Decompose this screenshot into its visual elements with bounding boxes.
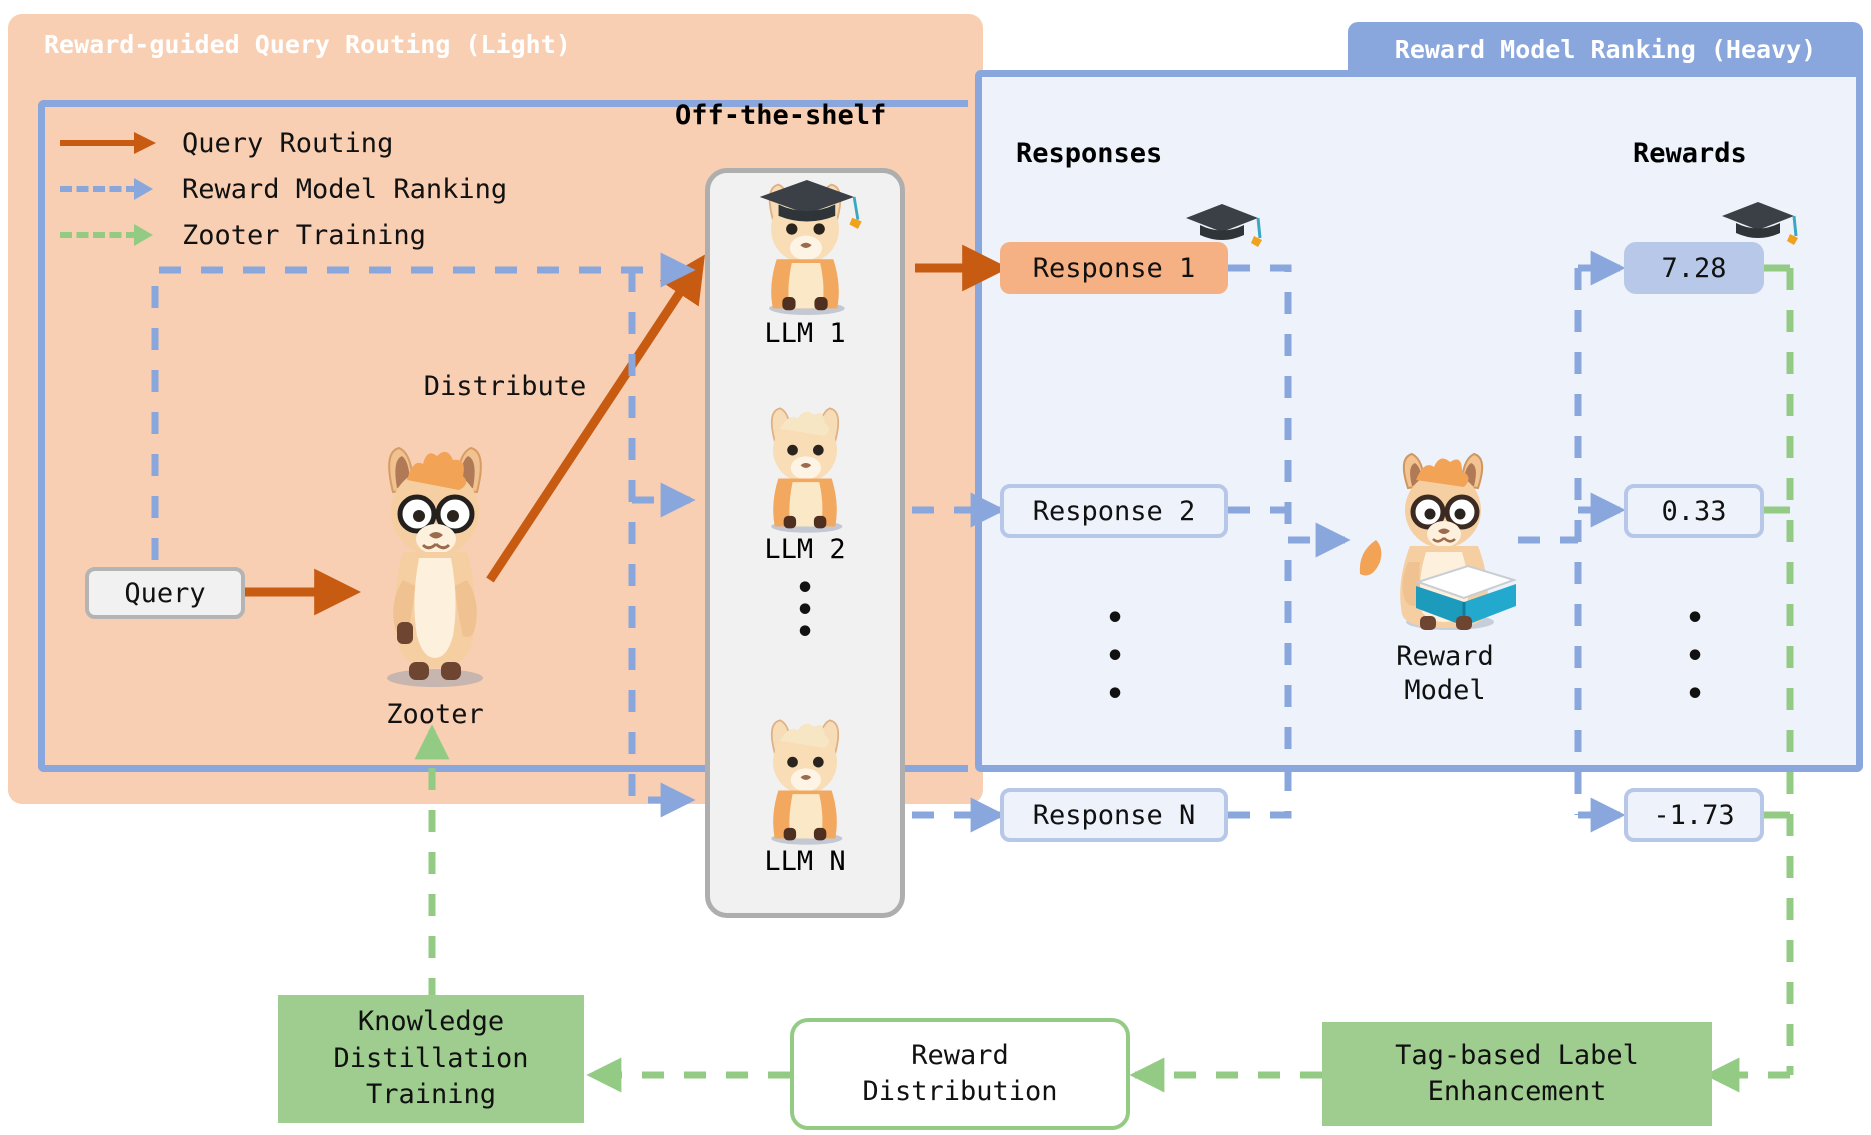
tag-based-label-enhancement-label: Tag-based Label Enhancement bbox=[1395, 1039, 1639, 1107]
legend-item-query-routing: Query Routing bbox=[60, 120, 580, 166]
reward-model-llama-icon bbox=[1350, 450, 1540, 630]
legend-label-reward-model-ranking: Reward Model Ranking bbox=[182, 173, 508, 205]
legend-swatch-solid-orange bbox=[60, 132, 170, 154]
rewards-ellipsis: • • • bbox=[1685, 601, 1705, 712]
responses-ellipsis: • • • bbox=[1105, 601, 1125, 712]
reward-value-2: 0.33 bbox=[1661, 495, 1727, 527]
zooter-caption: Zooter bbox=[386, 699, 484, 730]
legend-swatch-dashed-green bbox=[60, 224, 170, 246]
legend-item-zooter-training: Zooter Training bbox=[60, 212, 580, 258]
reward-1-graduation-cap-icon bbox=[1718, 198, 1798, 268]
llm-slot-2[interactable]: LLM 2 bbox=[705, 400, 905, 565]
response-label-1: Response 1 bbox=[1032, 252, 1196, 284]
reward-model-caption: Reward Model bbox=[1396, 641, 1494, 706]
rewards-header: Rewards bbox=[1633, 138, 1747, 169]
llm-slot-1[interactable]: LLM 1 bbox=[705, 176, 905, 349]
reward-distribution-label: Reward Distribution bbox=[862, 1039, 1058, 1107]
query-box[interactable]: Query bbox=[85, 567, 245, 619]
llm-label-2: LLM 2 bbox=[764, 534, 846, 565]
llm-label-n: LLM N bbox=[764, 846, 846, 877]
off-the-shelf-header: Off-the-shelf bbox=[675, 100, 887, 131]
reward-box-n[interactable]: -1.73 bbox=[1624, 788, 1764, 842]
llm-column-ellipsis: • • • bbox=[795, 571, 815, 650]
response-1-graduation-cap-icon bbox=[1182, 200, 1262, 270]
legend: Query Routing Reward Model Ranking Zoote… bbox=[60, 120, 580, 258]
reward-value-n: -1.73 bbox=[1653, 799, 1735, 831]
query-label: Query bbox=[124, 577, 206, 609]
response-label-n: Response N bbox=[1032, 799, 1196, 831]
llm-label-1: LLM 1 bbox=[764, 318, 846, 349]
heavy-panel-title: Reward Model Ranking (Heavy) bbox=[1394, 35, 1817, 64]
response-box-n[interactable]: Response N bbox=[1000, 788, 1228, 842]
diagram-canvas: Reward-guided Query Routing (Light) Rewa… bbox=[0, 0, 1871, 1135]
legend-label-zooter-training: Zooter Training bbox=[182, 219, 426, 251]
legend-swatch-dashed-blue bbox=[60, 178, 170, 200]
responses-header: Responses bbox=[1016, 138, 1163, 169]
knowledge-distillation-training-box[interactable]: Knowledge Distillation Training bbox=[278, 995, 584, 1123]
response-box-2[interactable]: Response 2 bbox=[1000, 484, 1228, 538]
tag-based-label-enhancement-box[interactable]: Tag-based Label Enhancement bbox=[1322, 1022, 1712, 1126]
reward-value-1: 7.28 bbox=[1661, 252, 1727, 284]
knowledge-distillation-training-label: Knowledge Distillation Training bbox=[333, 1006, 529, 1111]
response-label-2: Response 2 bbox=[1032, 495, 1196, 527]
zooter-llama-icon bbox=[345, 440, 525, 690]
reward-distribution-box[interactable]: Reward Distribution bbox=[790, 1018, 1130, 1130]
reward-box-2[interactable]: 0.33 bbox=[1624, 484, 1764, 538]
llm-slot-n[interactable]: LLM N bbox=[705, 712, 905, 877]
distribute-label: Distribute bbox=[423, 371, 587, 402]
legend-label-query-routing: Query Routing bbox=[182, 127, 394, 159]
light-panel-title: Reward-guided Query Routing (Light) bbox=[44, 29, 571, 59]
legend-item-reward-model-ranking: Reward Model Ranking bbox=[60, 166, 580, 212]
heavy-panel-tab: Reward Model Ranking (Heavy) bbox=[1348, 22, 1863, 77]
light-panel-tab: Reward-guided Query Routing (Light) bbox=[30, 18, 690, 70]
